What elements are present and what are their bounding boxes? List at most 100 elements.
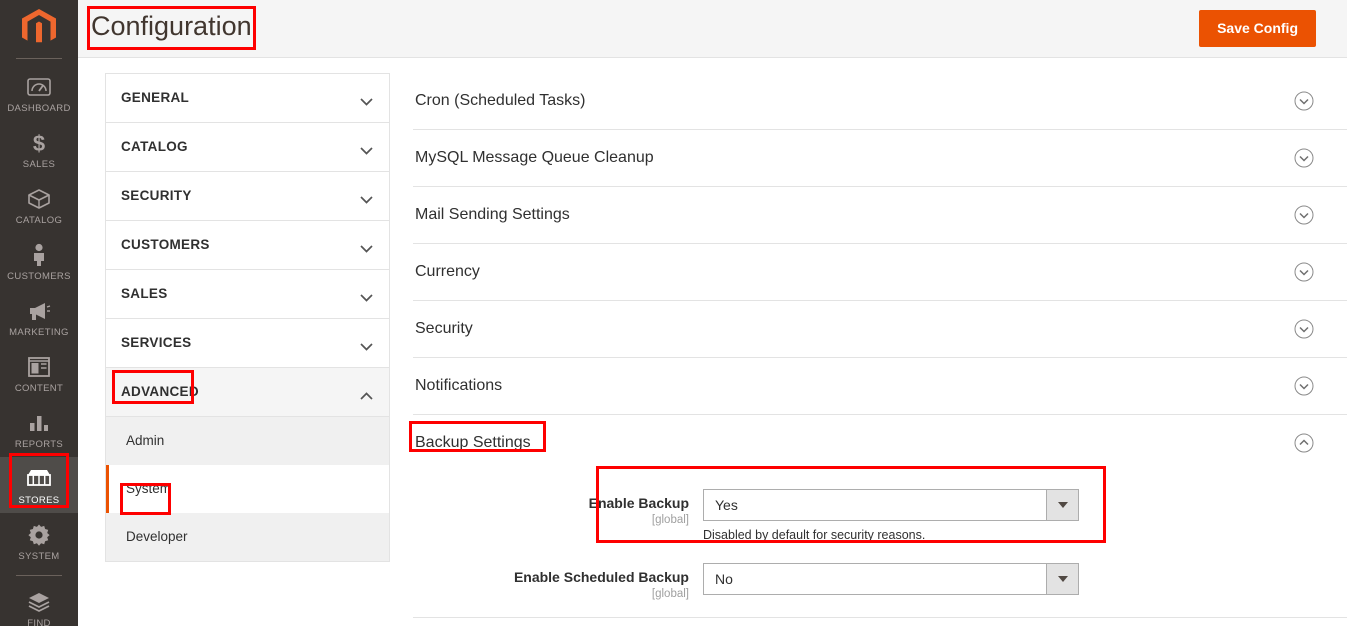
config-nav-section-sales[interactable]: SALES xyxy=(106,270,389,319)
sidebar-item-reports[interactable]: REPORTS xyxy=(0,401,78,457)
fieldset-cron-scheduled-tasks[interactable]: Cron (Scheduled Tasks) xyxy=(413,73,1347,130)
field-enable-scheduled-backup: Enable Scheduled Backup [global] No xyxy=(413,563,1347,601)
fieldset-title-backup-settings: Backup Settings xyxy=(413,415,1347,471)
sidebar-item-system[interactable]: SYSTEM xyxy=(0,513,78,569)
fieldset-notifications[interactable]: Notifications xyxy=(413,358,1347,415)
fieldset-title-currency: Currency xyxy=(413,244,1347,300)
config-nav-subitem-admin[interactable]: Admin xyxy=(106,417,389,465)
enable-scheduled-backup-select[interactable]: No xyxy=(703,563,1079,595)
sidebar-item-content[interactable]: CONTENT xyxy=(0,345,78,401)
config-nav-label-general: GENERAL xyxy=(106,74,389,122)
configuration-main-content: Cron (Scheduled Tasks) MySQL Message Que… xyxy=(413,73,1347,626)
sidebar-label-marketing: MARKETING xyxy=(9,327,69,338)
content-bottom-divider xyxy=(413,617,1347,618)
chevron-down-icon xyxy=(360,143,373,152)
circle-chevron-up-icon[interactable] xyxy=(1294,433,1314,453)
enable-backup-selected-value: Yes xyxy=(704,497,738,514)
sidebar-label-reports: REPORTS xyxy=(15,439,63,450)
field-enable-backup-label-col: Enable Backup [global] xyxy=(413,489,703,527)
dashboard-gauge-icon xyxy=(26,74,52,100)
admin-configuration-page: DASHBOARD $ SALES CATALOG xyxy=(0,0,1347,626)
layout-panel-icon xyxy=(26,354,52,380)
sidebar-item-catalog[interactable]: CATALOG xyxy=(0,177,78,233)
sidebar-label-find-partners-line1: FIND PARTNERS xyxy=(0,618,78,626)
fieldset-mail-sending-settings[interactable]: Mail Sending Settings xyxy=(413,187,1347,244)
chevron-down-icon xyxy=(360,241,373,250)
config-nav-section-customers[interactable]: CUSTOMERS xyxy=(106,221,389,270)
megaphone-icon xyxy=(26,298,52,324)
dollar-sign-icon: $ xyxy=(26,130,52,156)
extension-block-icon xyxy=(26,589,52,615)
sidebar-item-customers[interactable]: CUSTOMERS xyxy=(0,233,78,289)
fieldset-security[interactable]: Security xyxy=(413,301,1347,358)
fieldset-mysql-message-queue-cleanup[interactable]: MySQL Message Queue Cleanup xyxy=(413,130,1347,187)
sidebar-item-sales[interactable]: $ SALES xyxy=(0,121,78,177)
field-enable-scheduled-backup-label-col: Enable Scheduled Backup [global] xyxy=(413,563,703,601)
bar-chart-icon xyxy=(26,410,52,436)
field-comment-enable-backup: Disabled by default for security reasons… xyxy=(703,528,1093,543)
field-scope-enable-scheduled-backup: [global] xyxy=(413,587,689,601)
field-label-enable-backup: Enable Backup xyxy=(413,495,689,512)
chevron-down-icon xyxy=(360,94,373,103)
config-nav-section-security[interactable]: SECURITY xyxy=(106,172,389,221)
circle-chevron-down-icon[interactable] xyxy=(1294,205,1314,225)
field-enable-scheduled-backup-control-col: No xyxy=(703,563,1093,595)
admin-sidebar: DASHBOARD $ SALES CATALOG xyxy=(0,0,78,626)
fieldset-title-mail-sending: Mail Sending Settings xyxy=(413,187,1347,243)
circle-chevron-down-icon[interactable] xyxy=(1294,319,1314,339)
config-nav-label-sales: SALES xyxy=(106,270,389,318)
config-nav-label-security: SECURITY xyxy=(106,172,389,220)
sidebar-label-content: CONTENT xyxy=(15,383,63,394)
sidebar-label-dashboard: DASHBOARD xyxy=(7,103,70,114)
sidebar-label-sales: SALES xyxy=(23,159,55,170)
config-nav-section-catalog[interactable]: CATALOG xyxy=(106,123,389,172)
fieldset-title-mysql-queue: MySQL Message Queue Cleanup xyxy=(413,130,1347,186)
circle-chevron-down-icon[interactable] xyxy=(1294,376,1314,396)
svg-text:$: $ xyxy=(33,131,45,155)
circle-chevron-down-icon[interactable] xyxy=(1294,148,1314,168)
backup-settings-body: Enable Backup [global] Yes Disabled by d… xyxy=(413,471,1347,626)
enable-scheduled-backup-selected-value: No xyxy=(704,571,733,588)
fieldset-title-security: Security xyxy=(413,301,1347,357)
save-config-button[interactable]: Save Config xyxy=(1199,10,1316,47)
config-nav-label-services: SERVICES xyxy=(106,319,389,367)
chevron-down-icon xyxy=(360,339,373,348)
field-scope-enable-backup: [global] xyxy=(413,513,689,527)
field-label-enable-scheduled-backup: Enable Scheduled Backup xyxy=(413,569,689,586)
enable-backup-select[interactable]: Yes xyxy=(703,489,1079,521)
person-icon xyxy=(26,242,52,268)
sidebar-item-stores[interactable]: STORES xyxy=(0,457,78,513)
circle-chevron-down-icon[interactable] xyxy=(1294,262,1314,282)
sidebar-label-customers: CUSTOMERS xyxy=(7,271,71,282)
magento-logo-icon xyxy=(22,9,56,47)
config-nav-label-catalog: CATALOG xyxy=(106,123,389,171)
fieldset-title-cron: Cron (Scheduled Tasks) xyxy=(413,73,1347,129)
fieldset-currency[interactable]: Currency xyxy=(413,244,1347,301)
dropdown-arrow-icon[interactable] xyxy=(1046,490,1078,520)
fieldset-title-notifications: Notifications xyxy=(413,358,1347,414)
sidebar-item-find-partners-extensions[interactable]: FIND PARTNERS & EXTENSIONS xyxy=(0,580,78,626)
sidebar-bottom-divider xyxy=(16,575,62,576)
circle-chevron-down-icon[interactable] xyxy=(1294,91,1314,111)
field-enable-backup: Enable Backup [global] Yes Disabled by d… xyxy=(413,489,1347,543)
config-nav-section-services[interactable]: SERVICES xyxy=(106,319,389,368)
sidebar-logo-divider xyxy=(16,58,62,59)
field-enable-backup-control-col: Yes Disabled by default for security rea… xyxy=(703,489,1093,543)
sidebar-label-system: SYSTEM xyxy=(18,551,59,562)
config-nav-subitem-developer[interactable]: Developer xyxy=(106,513,389,561)
sidebar-item-dashboard[interactable]: DASHBOARD xyxy=(0,65,78,121)
box-icon xyxy=(26,186,52,212)
gear-icon xyxy=(26,522,52,548)
magento-logo[interactable] xyxy=(0,0,78,56)
config-nav-subitem-system[interactable]: System xyxy=(106,465,389,513)
config-nav-advanced-children: Admin System Developer xyxy=(106,417,389,561)
config-nav-section-general[interactable]: GENERAL xyxy=(106,74,389,123)
chevron-up-icon xyxy=(360,388,373,397)
config-nav-section-advanced[interactable]: ADVANCED xyxy=(106,368,389,417)
fieldset-backup-settings[interactable]: Backup Settings xyxy=(413,415,1347,471)
config-nav-label-customers: CUSTOMERS xyxy=(106,221,389,269)
configuration-nav-panel: GENERAL CATALOG SECURITY CUSTOMERS SALES xyxy=(105,73,390,562)
chevron-down-icon xyxy=(360,290,373,299)
sidebar-item-marketing[interactable]: MARKETING xyxy=(0,289,78,345)
dropdown-arrow-icon[interactable] xyxy=(1046,564,1078,594)
